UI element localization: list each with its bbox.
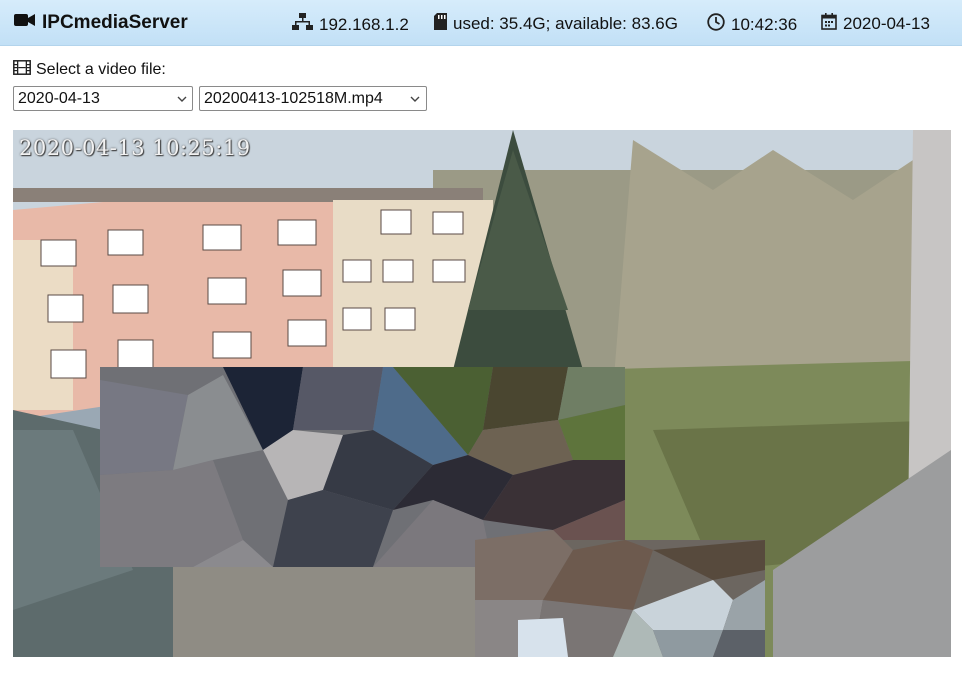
current-date: 2020-04-13 [843, 14, 930, 33]
app-brand: IPCmediaServer [14, 12, 188, 34]
date-status: 2020-04-13 [821, 13, 930, 35]
app-title: IPCmediaServer [42, 12, 188, 33]
storage-text: used: 35.4G; available: 83.6G [453, 14, 678, 33]
calendar-icon [821, 13, 843, 35]
select-video-label: Select a video file: [36, 61, 166, 78]
sd-card-icon [434, 13, 453, 35]
date-select-wrapper: 2020-04-13 [13, 86, 193, 111]
file-select[interactable]: 20200413-102518M.mp4 [199, 86, 427, 111]
video-timestamp-overlay: 2020-04-13 10:25:19 [19, 136, 251, 160]
network-icon [292, 13, 319, 36]
video-player[interactable]: 2020-04-13 10:25:19 [13, 130, 951, 657]
date-select[interactable]: 2020-04-13 [13, 86, 193, 111]
ip-status: 192.168.1.2 [292, 13, 409, 36]
file-select-label-row: Select a video file: [13, 60, 166, 80]
time-status: 10:42:36 [707, 13, 797, 36]
video-camera-icon [14, 12, 42, 34]
video-frame [13, 130, 951, 657]
film-icon [13, 60, 36, 80]
ip-address: 192.168.1.2 [319, 14, 409, 34]
top-bar: IPCmediaServer 192.168.1.2 used: 35.4G; … [0, 0, 962, 46]
current-time: 10:42:36 [731, 14, 798, 34]
file-select-wrapper: 20200413-102518M.mp4 [199, 86, 427, 111]
clock-icon [707, 13, 731, 36]
storage-status: used: 35.4G; available: 83.6G [434, 13, 678, 35]
